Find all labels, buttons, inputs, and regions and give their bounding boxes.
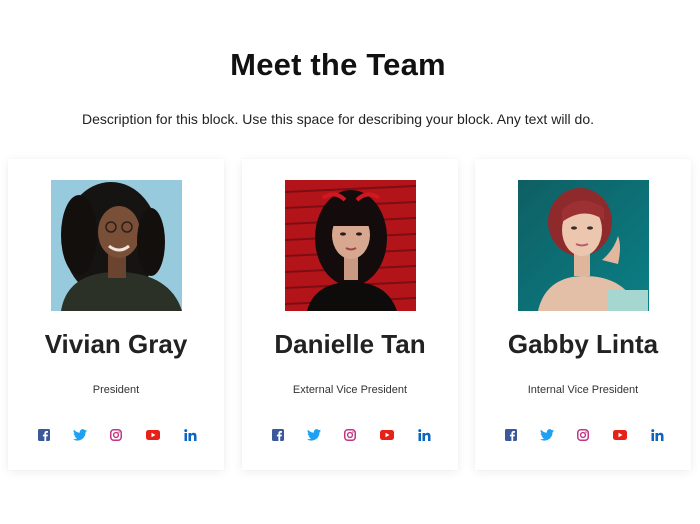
- twitter-icon[interactable]: [72, 427, 88, 443]
- youtube-icon[interactable]: [612, 427, 628, 443]
- linkedin-icon[interactable]: [182, 427, 198, 443]
- member-name: Gabby Linta: [507, 329, 659, 359]
- twitter-icon[interactable]: [306, 427, 322, 443]
- section-description: Description for this block. Use this spa…: [82, 111, 594, 127]
- member-name: Danielle Tan: [274, 329, 426, 359]
- team-cards: Vivian Gray President Danielle Tan Exter…: [8, 159, 700, 471]
- social-links: [270, 427, 430, 443]
- team-card: Vivian Gray President: [8, 159, 224, 470]
- instagram-icon[interactable]: [108, 427, 124, 443]
- social-links: [36, 427, 196, 443]
- instagram-icon[interactable]: [575, 427, 591, 443]
- linkedin-icon[interactable]: [416, 427, 432, 443]
- member-name: Vivian Gray: [44, 329, 188, 359]
- facebook-icon[interactable]: [503, 427, 519, 443]
- team-card: Gabby Linta Internal Vice President: [475, 159, 691, 470]
- social-links: [503, 427, 663, 443]
- member-role: President: [92, 384, 140, 396]
- facebook-icon[interactable]: [270, 427, 286, 443]
- twitter-icon[interactable]: [539, 427, 555, 443]
- member-photo: [518, 180, 649, 311]
- member-role: External Vice President: [292, 384, 408, 396]
- facebook-icon[interactable]: [36, 427, 52, 443]
- youtube-icon[interactable]: [379, 427, 395, 443]
- member-photo: [285, 180, 416, 311]
- member-photo: [51, 180, 182, 311]
- linkedin-icon[interactable]: [649, 427, 665, 443]
- youtube-icon[interactable]: [145, 427, 161, 443]
- section-title: Meet the Team: [230, 47, 446, 82]
- team-card: Danielle Tan External Vice President: [242, 159, 458, 470]
- instagram-icon[interactable]: [342, 427, 358, 443]
- member-role: Internal Vice President: [527, 384, 639, 396]
